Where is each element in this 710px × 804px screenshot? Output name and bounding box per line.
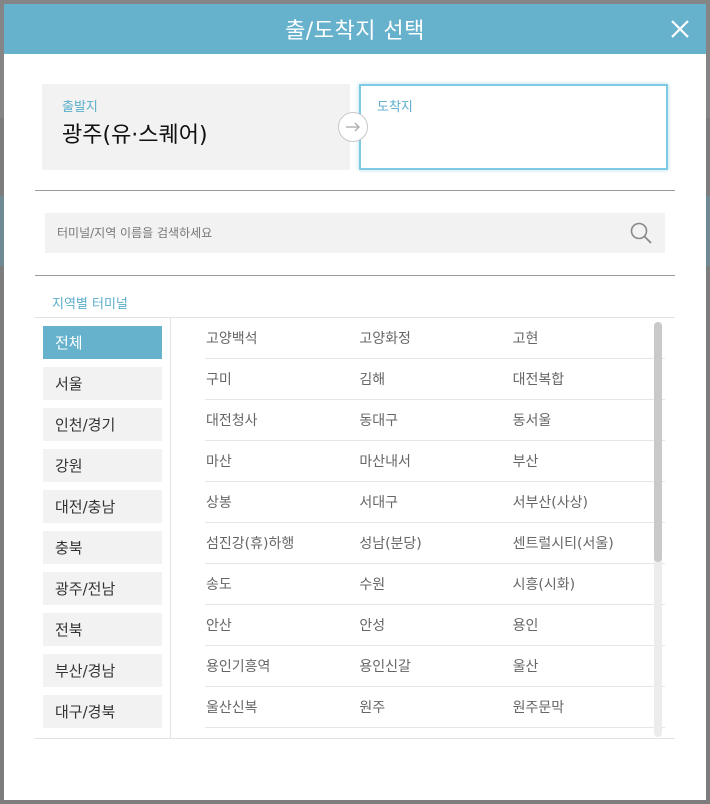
modal-title: 출/도착지 선택 bbox=[285, 19, 425, 44]
terminal-row: 대전청사 동대구 동서울 bbox=[205, 400, 665, 441]
terminal-row: 안산 안성 용인 bbox=[205, 605, 665, 646]
region-list: 전체서울인천/경기강원대전/충남충북광주/전남전북부산/경남대구/경북 bbox=[35, 318, 171, 739]
terminal-item[interactable]: 안산 bbox=[205, 615, 358, 635]
region-tab-item[interactable]: 충북 bbox=[43, 531, 162, 564]
departure-label: 출발지 bbox=[62, 100, 98, 115]
region-tab-item[interactable]: 광주/전남 bbox=[43, 572, 162, 605]
region-tab-item[interactable]: 전체 bbox=[43, 326, 162, 359]
search-bar bbox=[45, 213, 665, 253]
terminal-row: 송도 수원 시흥(시화) bbox=[205, 564, 665, 605]
terminal-item[interactable]: 동서울 bbox=[512, 410, 665, 430]
divider-middle bbox=[35, 275, 675, 276]
terminal-item[interactable]: 원주문막 bbox=[512, 697, 665, 717]
terminal-item[interactable]: 용인신갈 bbox=[358, 656, 511, 676]
terminal-item[interactable]: 용인기흥역 bbox=[205, 656, 358, 676]
region-tab-item[interactable]: 강원 bbox=[43, 449, 162, 482]
region-tab-item[interactable]: 인천/경기 bbox=[43, 408, 162, 441]
region-tab-item[interactable]: 대전/충남 bbox=[43, 490, 162, 523]
terminal-item[interactable]: 고양화정 bbox=[358, 328, 511, 348]
direction-arrow bbox=[338, 112, 368, 142]
terminal-item[interactable]: 송도 bbox=[205, 574, 358, 594]
divider-top bbox=[35, 190, 675, 191]
terminal-item[interactable]: 안성 bbox=[358, 615, 511, 635]
terminal-select-modal: 출/도착지 선택 출발지 광주(유·스퀘어) 도착지 터미널/지역 이름을 검색… bbox=[4, 4, 706, 800]
terminal-row: 고양백석 고양화정 고현 bbox=[205, 318, 665, 359]
terminal-row: 마산 마산내서 부산 bbox=[205, 441, 665, 482]
terminal-row: 용인기흥역 용인신갈 울산 bbox=[205, 646, 665, 687]
departure-box[interactable]: 출발지 광주(유·스퀘어) bbox=[42, 84, 350, 170]
terminal-item[interactable]: 센트럴시티(서울) bbox=[512, 533, 665, 553]
region-tab-item[interactable]: 전북 bbox=[43, 613, 162, 646]
terminal-row: 상봉 서대구 서부산(사상) bbox=[205, 482, 665, 523]
region-tab-item[interactable]: 부산/경남 bbox=[43, 654, 162, 687]
terminal-row: 구미 김해 대전복합 bbox=[205, 359, 665, 400]
close-button[interactable] bbox=[666, 15, 694, 43]
terminal-item[interactable]: 울산신복 bbox=[205, 697, 358, 717]
terminal-item[interactable]: 용인 bbox=[512, 615, 665, 635]
modal-header: 출/도착지 선택 bbox=[4, 4, 706, 54]
terminal-item[interactable]: 성남(분당) bbox=[358, 533, 511, 553]
terminal-item[interactable]: 시흥(시화) bbox=[512, 574, 665, 594]
terminal-list-area: 전체서울인천/경기강원대전/충남충북광주/전남전북부산/경남대구/경북 고양백석… bbox=[35, 317, 675, 739]
close-icon bbox=[671, 20, 689, 38]
arrival-box[interactable]: 도착지 bbox=[359, 84, 668, 170]
terminal-row: 울산신복 원주 원주문막 bbox=[205, 687, 665, 728]
terminal-row: 섬진강(휴)하행 성남(분당) 센트럴시티(서울) bbox=[205, 523, 665, 564]
section-title: 지역별 터미널 bbox=[52, 297, 128, 312]
region-tab-item[interactable]: 대구/경북 bbox=[43, 695, 162, 728]
terminal-item[interactable]: 서대구 bbox=[358, 492, 511, 512]
terminal-item[interactable]: 마산내서 bbox=[358, 451, 511, 471]
terminal-item[interactable]: 구미 bbox=[205, 369, 358, 389]
departure-value: 광주(유·스퀘어) bbox=[62, 123, 208, 148]
terminal-item[interactable]: 동대구 bbox=[358, 410, 511, 430]
arrow-right-icon bbox=[346, 122, 360, 132]
region-tab-item[interactable]: 서울 bbox=[43, 367, 162, 400]
terminal-item[interactable]: 상봉 bbox=[205, 492, 358, 512]
terminal-grid: 고양백석 고양화정 고현 구미 김해 대전복합 대전청사 동대구 동서울 마산 마산내서 부산 상봉 서대… bbox=[205, 318, 665, 739]
scroll-thumb[interactable] bbox=[654, 322, 662, 562]
terminal-item[interactable]: 고현 bbox=[512, 328, 665, 348]
terminal-item[interactable]: 부산 bbox=[512, 451, 665, 471]
terminal-item[interactable]: 섬진강(휴)하행 bbox=[205, 533, 358, 553]
terminal-scrollbar[interactable] bbox=[654, 322, 662, 737]
terminal-item[interactable]: 원주 bbox=[358, 697, 511, 717]
terminal-item[interactable]: 수원 bbox=[358, 574, 511, 594]
arrival-label: 도착지 bbox=[377, 100, 413, 115]
terminal-item[interactable]: 울산 bbox=[512, 656, 665, 676]
terminal-item[interactable]: 고양백석 bbox=[205, 328, 358, 348]
route-selector: 출발지 광주(유·스퀘어) 도착지 bbox=[42, 84, 668, 170]
terminal-item[interactable]: 대전청사 bbox=[205, 410, 358, 430]
search-icon[interactable] bbox=[629, 221, 653, 245]
search-input[interactable] bbox=[57, 226, 629, 240]
terminal-item[interactable]: 대전복합 bbox=[512, 369, 665, 389]
terminal-item[interactable]: 김해 bbox=[358, 369, 511, 389]
terminal-item[interactable]: 서부산(사상) bbox=[512, 492, 665, 512]
terminal-item[interactable]: 마산 bbox=[205, 451, 358, 471]
